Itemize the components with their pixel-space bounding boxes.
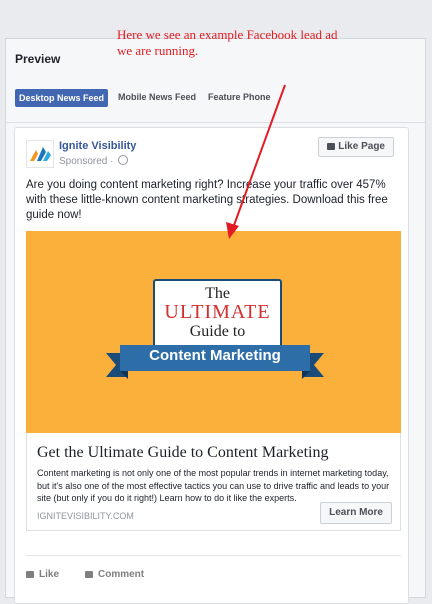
ad-image[interactable]: The ULTIMATE Guide to Content Marketing xyxy=(26,231,401,433)
ad-headline[interactable]: Get the Ultimate Guide to Content Market… xyxy=(37,444,329,462)
thumbs-up-icon xyxy=(327,143,336,150)
preview-tabs: Desktop News Feed Mobile News Feed Featu… xyxy=(6,76,425,123)
comment-label: Comment xyxy=(98,569,145,580)
ad-domain: IGNITEVISIBILITY.COM xyxy=(37,511,134,521)
actions-divider xyxy=(26,555,401,556)
sponsored-text: Sponsored · xyxy=(59,156,117,167)
comment-action[interactable]: Comment xyxy=(85,569,144,580)
learn-more-button[interactable]: Learn More xyxy=(320,502,392,524)
globe-icon xyxy=(118,155,129,165)
ad-post-card: Ignite Visibility Sponsored · Like Page … xyxy=(14,127,409,604)
page-name-link[interactable]: Ignite Visibility xyxy=(59,140,136,152)
annotation-line-2: we are running. xyxy=(117,43,199,58)
image-line-ultimate: ULTIMATE xyxy=(164,301,271,323)
image-ribbon-text: Content Marketing xyxy=(149,347,281,364)
like-page-label: Like Page xyxy=(338,141,385,152)
annotation-line-1: Here we see an example Facebook lead ad xyxy=(117,27,338,42)
tab-feature-phone[interactable]: Feature Phone xyxy=(208,92,271,102)
tab-mobile-news-feed[interactable]: Mobile News Feed xyxy=(118,92,196,102)
annotation-text: Here we see an example Facebook lead ad … xyxy=(117,27,407,59)
like-icon xyxy=(26,571,34,578)
like-label: Like xyxy=(39,569,60,580)
tab-desktop-news-feed[interactable]: Desktop News Feed xyxy=(15,89,109,107)
page-avatar[interactable] xyxy=(26,140,54,168)
like-action[interactable]: Like xyxy=(26,569,59,580)
ad-description: Content marketing is not only one of the… xyxy=(37,468,390,503)
sponsored-label: Sponsored · xyxy=(59,155,129,167)
comment-icon xyxy=(85,571,93,578)
preview-title: Preview xyxy=(15,52,61,66)
link-preview[interactable]: Get the Ultimate Guide to Content Market… xyxy=(26,433,401,531)
ignite-logo-icon xyxy=(30,147,51,161)
post-text: Are you doing content marketing right? I… xyxy=(26,179,388,221)
like-page-button[interactable]: Like Page xyxy=(318,137,394,157)
